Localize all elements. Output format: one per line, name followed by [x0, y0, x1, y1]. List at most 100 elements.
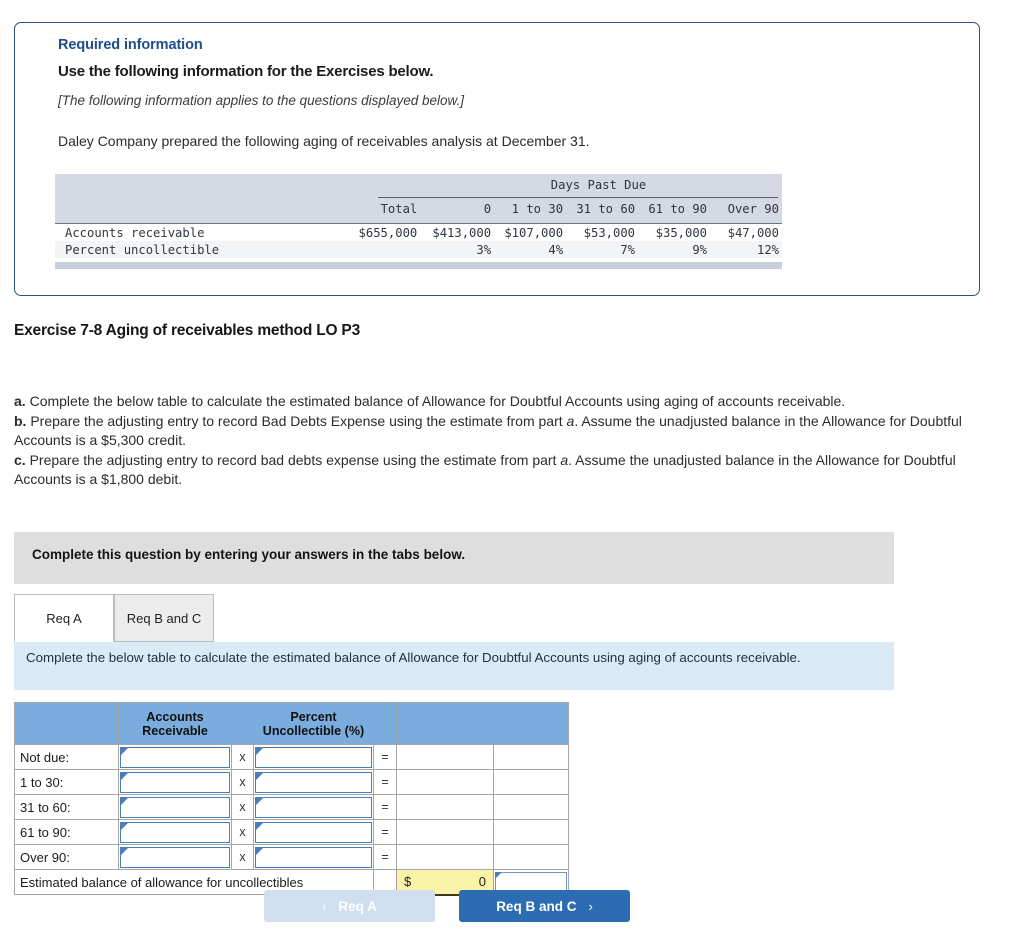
header-equals-blank [373, 702, 397, 745]
input-receivable-31-to-60[interactable] [120, 796, 230, 818]
requirement-a-text: Complete the below table to calculate th… [25, 393, 846, 409]
tab-req-b-and-c[interactable]: Req B and C [114, 594, 214, 642]
input-receivable-over-90[interactable] [120, 846, 230, 868]
aging-row1-0: $413,000 [432, 225, 492, 240]
input-percent-31-to-60[interactable] [255, 796, 372, 818]
aging-of-receivables-table: Days Past Due Total 0 1 to 30 31 to 60 6… [55, 174, 782, 269]
cell-percent-1-to-30[interactable] [253, 769, 374, 795]
aging-row1-total: $655,000 [358, 225, 418, 240]
input-percent-1-to-30[interactable] [255, 771, 372, 793]
input-receivable-61-to-90[interactable] [120, 821, 230, 843]
cell-extra-61-to-90 [493, 819, 569, 845]
input-receivable-not-due[interactable] [120, 746, 230, 768]
applies-note: [The following information applies to th… [58, 93, 464, 108]
chevron-left-icon: ‹ [322, 898, 327, 914]
aging-row-accounts-receivable: Accounts receivable $655,000 $413,000 $1… [55, 223, 782, 241]
input-receivable-1-to-30[interactable] [120, 771, 230, 793]
cell-extra-31-to-60 [493, 794, 569, 820]
cell-percent-31-to-60[interactable] [253, 794, 374, 820]
aging-row2-1-to-30: 4% [548, 242, 564, 257]
requirement-b-marker: b. [14, 412, 27, 429]
cell-receivable-1-to-30[interactable] [118, 769, 232, 795]
aging-row2-0: 3% [476, 242, 492, 257]
tab-req-b-and-c-label: Req B and C [126, 610, 202, 626]
header-row-label-blank [14, 702, 119, 745]
days-past-due-rule [378, 197, 778, 198]
next-req-b-and-c-button[interactable]: Req B and C › [459, 890, 630, 922]
equals-icon-1-to-30: = [373, 769, 397, 795]
row-label-61-to-90: 61 to 90: [14, 819, 119, 845]
row-label-over-90: Over 90: [14, 844, 119, 870]
aging-row1-61-to-90: $35,000 [655, 225, 708, 240]
tab-instruction-text: Complete the below table to calculate th… [26, 650, 801, 665]
answer-table-header-row: Accounts Receivable Percent Uncollectibl… [14, 702, 569, 745]
prev-req-a-label: Req A [338, 898, 377, 914]
requirement-a-marker: a. [14, 393, 26, 409]
cell-receivable-31-to-60[interactable] [118, 794, 232, 820]
aging-table-header: Days Past Due Total 0 1 to 30 31 to 60 6… [55, 174, 782, 223]
row-label-1-to-30: 1 to 30: [14, 769, 119, 795]
tab-instruction-band: Complete the below table to calculate th… [14, 642, 894, 690]
cell-extra-1-to-30 [493, 769, 569, 795]
required-information-subtitle: Use the following information for the Ex… [58, 63, 434, 80]
total-currency-symbol: $ [404, 874, 412, 889]
tab-req-a[interactable]: Req A [14, 594, 114, 642]
tab-req-a-label: Req A [46, 610, 82, 626]
multiply-icon-not-due: x [231, 744, 254, 770]
header-result-blank [396, 702, 494, 745]
header-percent-uncollectible: Percent Uncollectible (%) [253, 702, 374, 745]
total-amount-value: 0 [478, 874, 486, 889]
aging-header-1-to-30: 1 to 30 [511, 202, 564, 216]
aging-row-percent-uncollectible: Percent uncollectible 3% 4% 7% 9% 12% [55, 241, 782, 258]
requirement-navigation: ‹ Req A Req B and C › [264, 890, 644, 922]
requirements-list: a. Complete the below table to calculate… [14, 392, 964, 490]
cell-receivable-over-90[interactable] [118, 844, 232, 870]
table-row: 1 to 30: x = [14, 769, 569, 795]
aging-row2-label: Percent uncollectible [65, 242, 220, 257]
prev-req-a-button[interactable]: ‹ Req A [264, 890, 435, 922]
requirement-c-emphasis: a [560, 451, 569, 468]
requirement-a: a. Complete the below table to calculate… [14, 392, 964, 412]
table-row: 61 to 90: x = [14, 819, 569, 845]
aging-header-over-90: Over 90 [727, 202, 779, 216]
table-row: 31 to 60: x = [14, 794, 569, 820]
input-percent-over-90[interactable] [255, 846, 372, 868]
cell-extra-over-90 [493, 844, 569, 870]
cell-receivable-not-due[interactable] [118, 744, 232, 770]
page-title: Exercise 7-8 Aging of receivables method… [14, 322, 360, 339]
cell-result-61-to-90 [396, 819, 494, 845]
aging-header-total: Total [380, 202, 418, 216]
header-multiply-blank [231, 702, 254, 745]
aging-table-footer-bar [55, 262, 782, 269]
aging-row2-61-to-90: 9% [692, 242, 708, 257]
required-information-title: Required information [58, 37, 203, 53]
cell-result-31-to-60 [396, 794, 494, 820]
cell-result-not-due [396, 744, 494, 770]
aging-header-31-to-60: 31 to 60 [576, 202, 636, 216]
aging-column-headers: Total 0 1 to 30 31 to 60 61 to 90 Over 9… [55, 202, 782, 216]
requirement-b: b. Prepare the adjusting entry to record… [14, 412, 964, 451]
cell-percent-61-to-90[interactable] [253, 819, 374, 845]
aging-header-blank [55, 202, 353, 216]
requirement-b-text-1: Prepare the adjusting entry to record Ba… [26, 412, 567, 429]
table-row: Over 90: x = [14, 844, 569, 870]
aging-row2-over-90: 12% [756, 242, 779, 257]
multiply-icon-61-to-90: x [231, 819, 254, 845]
cell-receivable-61-to-90[interactable] [118, 819, 232, 845]
equals-icon-not-due: = [373, 744, 397, 770]
next-req-b-and-c-label: Req B and C [496, 898, 577, 914]
header-extra-blank [493, 702, 569, 745]
cell-result-over-90 [396, 844, 494, 870]
multiply-icon-over-90: x [231, 844, 254, 870]
equals-icon-61-to-90: = [373, 819, 397, 845]
requirement-c-marker: c. [14, 451, 26, 468]
cell-percent-not-due[interactable] [253, 744, 374, 770]
equals-icon-31-to-60: = [373, 794, 397, 820]
input-percent-not-due[interactable] [255, 746, 372, 768]
multiply-icon-1-to-30: x [231, 769, 254, 795]
aging-header-0: 0 [483, 202, 492, 216]
row-label-31-to-60: 31 to 60: [14, 794, 119, 820]
cell-percent-over-90[interactable] [253, 844, 374, 870]
table-row: Not due: x = [14, 744, 569, 770]
input-percent-61-to-90[interactable] [255, 821, 372, 843]
